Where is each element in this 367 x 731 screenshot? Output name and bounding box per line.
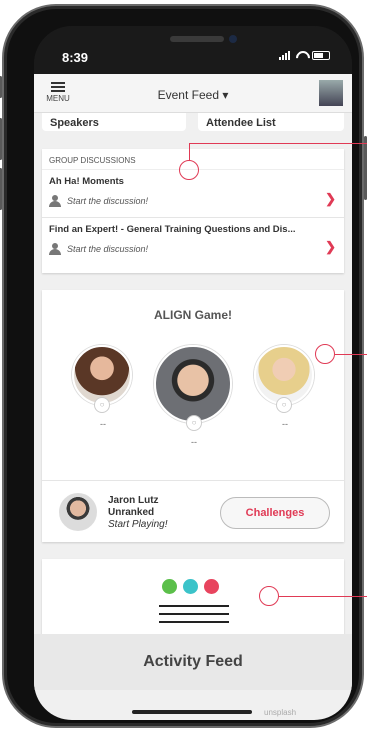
mute-switch — [0, 76, 2, 98]
callout-line — [189, 143, 367, 144]
leader-score: -- — [100, 419, 106, 429]
activity-feed-card — [42, 559, 344, 639]
top-bar: MENU Event Feed ▾ — [34, 74, 352, 113]
callout-line — [279, 596, 367, 597]
callout-line — [335, 354, 367, 355]
leaderboard-rank-3[interactable]: ○ -- — [254, 345, 316, 429]
teal-dot — [183, 579, 198, 594]
activity-dots-icon — [162, 579, 219, 594]
camera-icon — [229, 35, 237, 43]
callout-marker — [259, 586, 279, 606]
player-status-bar: Jaron Lutz Unranked Start Playing! Chall… — [42, 480, 344, 541]
feed-lines-icon — [159, 605, 229, 629]
align-game-card: ALIGN Game! ○ -- ○ -- ○ -- Jaron Lutz Un… — [42, 290, 344, 542]
screen: 8:39 MENU Event Feed ▾ Speakers Attendee… — [34, 26, 352, 720]
signal-icon — [279, 51, 290, 60]
rank-badge-icon: ○ — [276, 397, 292, 413]
attendee-list-tile[interactable]: Attendee List — [198, 113, 344, 131]
discussion-title: Ah Ha! Moments — [49, 176, 124, 187]
discussion-title: Find an Expert! - General Training Quest… — [49, 224, 296, 235]
leader-score: -- — [282, 419, 288, 429]
chevron-right-icon: ❯ — [325, 191, 336, 206]
status-bar: 8:39 — [34, 26, 352, 74]
callout-marker — [179, 160, 199, 180]
leaderboard-rank-1[interactable]: ○ -- — [154, 345, 234, 447]
battery-icon — [312, 51, 330, 60]
player-name: Jaron Lutz — [108, 495, 159, 506]
status-time: 8:39 — [62, 50, 89, 65]
leader-avatar — [154, 345, 232, 423]
volume-down-button — [0, 168, 2, 210]
callout-marker — [315, 344, 335, 364]
callout-line — [189, 143, 190, 161]
start-playing-link[interactable]: Start Playing! — [108, 519, 167, 530]
status-icons — [279, 51, 330, 60]
profile-avatar[interactable] — [319, 80, 343, 106]
wifi-icon — [295, 51, 307, 60]
home-indicator[interactable] — [132, 710, 252, 714]
activity-feed-button[interactable]: Activity Feed — [34, 634, 352, 690]
event-feed-dropdown[interactable]: Event Feed ▾ — [34, 88, 352, 102]
speaker-grille — [170, 36, 224, 42]
game-title: ALIGN Game! — [153, 308, 232, 322]
person-icon — [49, 195, 61, 207]
red-dot — [204, 579, 219, 594]
leaderboard-rank-2[interactable]: ○ -- — [72, 345, 134, 429]
player-avatar[interactable] — [59, 493, 97, 531]
watermark: unsplash — [264, 708, 297, 717]
rank-badge-icon: ○ — [186, 415, 202, 431]
discussion-item-find-expert[interactable]: Find an Expert! - General Training Quest… — [42, 218, 344, 266]
person-icon — [49, 243, 61, 255]
discussion-subtitle: Start the discussion! — [67, 196, 149, 206]
player-rank: Unranked — [108, 507, 155, 518]
discussion-subtitle: Start the discussion! — [67, 244, 149, 254]
phone-frame: 8:39 MENU Event Feed ▾ Speakers Attendee… — [0, 4, 367, 728]
chevron-right-icon: ❯ — [325, 239, 336, 254]
challenges-button[interactable]: Challenges — [220, 497, 330, 529]
leader-avatar — [254, 345, 314, 405]
speakers-tile[interactable]: Speakers — [42, 113, 186, 131]
rank-badge-icon: ○ — [94, 397, 110, 413]
leader-avatar — [72, 345, 132, 405]
green-dot — [162, 579, 177, 594]
volume-up-button — [0, 118, 2, 160]
leader-score: -- — [191, 437, 197, 447]
